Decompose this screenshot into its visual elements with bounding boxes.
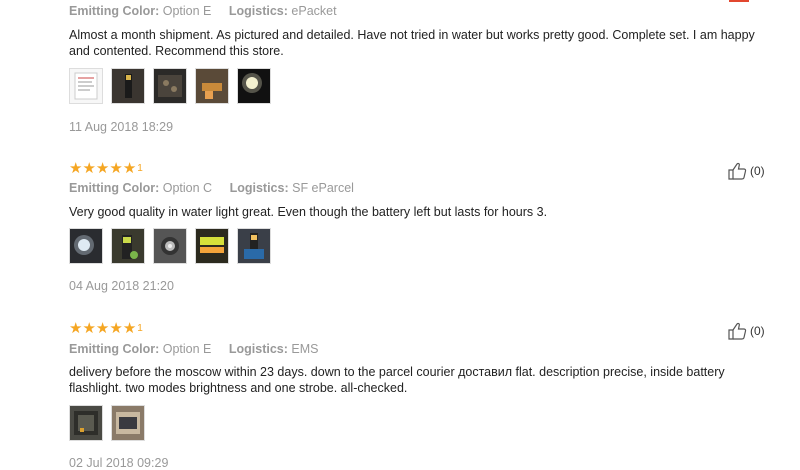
review-photo-thumb[interactable] — [153, 68, 187, 104]
helpful-button[interactable]: (0) — [727, 162, 765, 180]
star-icon: ★ — [109, 159, 123, 177]
star-icon: ★ — [95, 319, 110, 337]
emitting-color-label: Emitting Color: — [69, 4, 160, 18]
logistics-label: Logistics: — [228, 342, 288, 356]
review-photo-thumb[interactable] — [111, 68, 145, 104]
helpful-count: (0) — [750, 164, 765, 178]
review-photo-thumb[interactable] — [237, 228, 271, 264]
helpful-count: (0) — [750, 324, 765, 338]
review-date: 04 Aug 2018 21:20 — [69, 279, 174, 293]
logistics-value: SF eParcel — [292, 181, 354, 195]
logistics-value: ePacket — [291, 4, 337, 18]
review-meta: Emitting Color: Option E Logistics: ePac… — [69, 4, 351, 18]
star-icon: ★ — [69, 159, 83, 177]
review-photos — [69, 405, 145, 441]
review-photos — [69, 68, 271, 104]
star-icon: ★ — [122, 319, 137, 337]
rating-suffix: 1 — [137, 162, 143, 174]
review-meta: Emitting Color: Option C Logistics: SF e… — [69, 181, 368, 195]
thumbs-up-icon — [727, 162, 747, 180]
review-photo-thumb[interactable] — [69, 228, 103, 264]
review-photo-thumb[interactable] — [153, 228, 187, 264]
emitting-color-value: Option C — [162, 181, 213, 195]
emitting-color-value: Option E — [162, 342, 212, 356]
star-icon: ★ — [69, 319, 83, 337]
star-icon: ★ — [95, 159, 110, 177]
review-photo-thumb[interactable] — [195, 228, 229, 264]
thumbs-up-icon — [727, 322, 747, 340]
review-meta: Emitting Color: Option E Logistics: EMS — [69, 342, 333, 356]
review-photo-thumb[interactable] — [69, 68, 103, 104]
review-photo-thumb[interactable] — [111, 228, 145, 264]
emitting-color-value: Option E — [162, 4, 212, 18]
logistics-label: Logistics: — [229, 181, 289, 195]
top-accent-bar — [729, 0, 749, 2]
review-text: Almost a month shipment. As pictured and… — [69, 28, 755, 58]
rating-suffix: 1 — [137, 322, 143, 334]
star-icon: ★ — [82, 319, 96, 337]
review-photo-thumb[interactable] — [237, 68, 271, 104]
review-photos — [69, 228, 271, 264]
review-photo-thumb[interactable] — [111, 405, 145, 441]
rating-stars: ★ ★ ★ ★ ★ 1 — [69, 160, 143, 176]
emitting-color-label: Emitting Color: — [69, 342, 160, 356]
rating-stars: ★ ★ ★ ★ ★ 1 — [69, 320, 143, 336]
star-icon: ★ — [82, 159, 96, 177]
logistics-value: EMS — [291, 342, 319, 356]
review-text: Very good quality in water light great. … — [69, 205, 548, 219]
review-date: 11 Aug 2018 18:29 — [69, 120, 174, 134]
emitting-color-label: Emitting Color: — [69, 181, 160, 195]
star-icon: ★ — [109, 319, 123, 337]
review-text: delivery before the moscow within 23 day… — [69, 365, 725, 395]
review-photo-thumb[interactable] — [69, 405, 103, 441]
logistics-label: Logistics: — [228, 4, 288, 18]
review-photo-thumb[interactable] — [195, 68, 229, 104]
star-icon: ★ — [122, 159, 137, 177]
helpful-button[interactable]: (0) — [727, 322, 765, 340]
